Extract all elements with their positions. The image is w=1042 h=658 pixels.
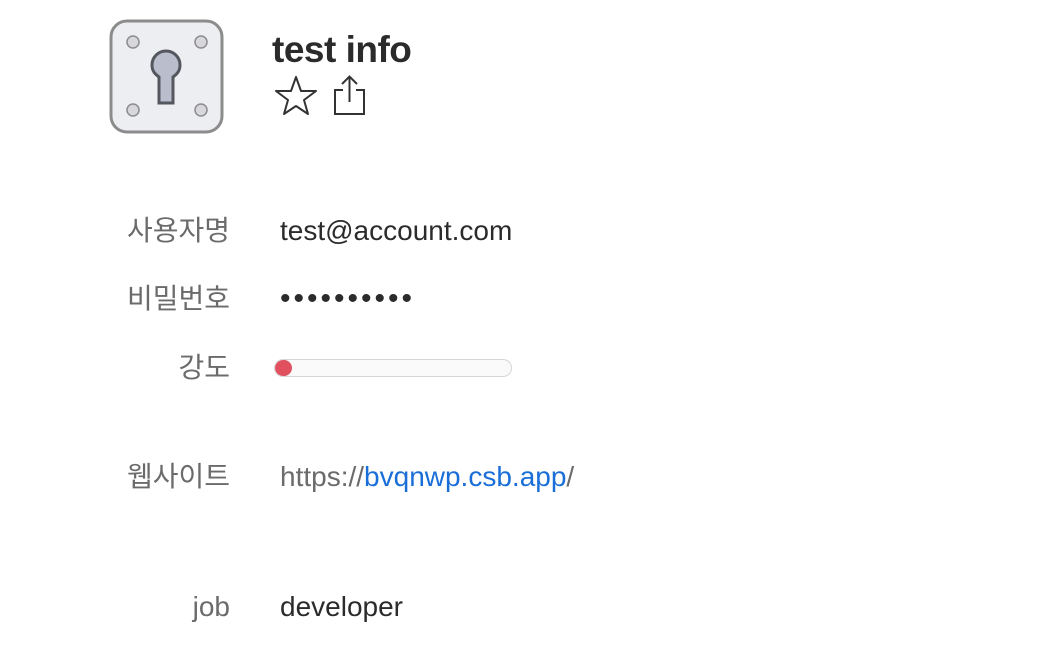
item-title: test info — [272, 29, 412, 70]
star-icon — [275, 76, 317, 115]
password-strength-meter — [274, 359, 512, 377]
password-row: 비밀번호 •••••••••• — [0, 279, 1042, 319]
keyhole-key-icon — [109, 19, 224, 134]
url-suffix: / — [566, 461, 575, 492]
password-value[interactable]: •••••••••• — [280, 279, 415, 319]
job-row: job developer — [0, 587, 1042, 627]
username-row: 사용자명 test@account.com — [0, 211, 1042, 251]
password-strength-fill — [275, 360, 292, 376]
url-prefix: https:// — [280, 461, 365, 492]
website-link[interactable]: https://bvqnwp.csb.app/ — [280, 457, 574, 497]
job-value[interactable]: developer — [280, 587, 403, 627]
share-button[interactable] — [328, 74, 372, 118]
strength-row: 강도 — [0, 348, 1042, 388]
username-label: 사용자명 — [126, 215, 230, 246]
url-host[interactable]: bvqnwp.csb.app — [364, 461, 566, 492]
favorite-button[interactable] — [274, 74, 318, 118]
website-label: 웹사이트 — [126, 461, 230, 492]
job-label: job — [192, 591, 230, 622]
item-icon — [109, 19, 224, 134]
password-label: 비밀번호 — [126, 283, 230, 314]
website-row: 웹사이트 https://bvqnwp.csb.app/ — [0, 457, 1042, 497]
strength-label: 강도 — [178, 352, 230, 383]
share-icon — [334, 75, 365, 115]
username-value[interactable]: test@account.com — [280, 211, 512, 251]
